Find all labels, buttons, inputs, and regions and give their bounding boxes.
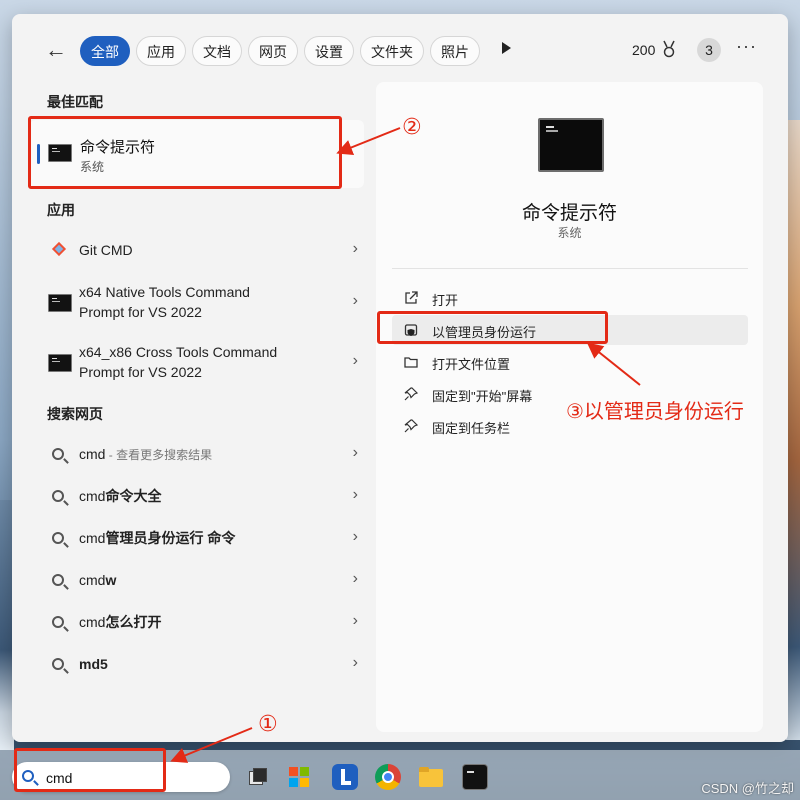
tab-all[interactable]: 全部 — [80, 36, 130, 66]
action-label: 以管理员身份运行 — [432, 325, 537, 340]
details-panel: 命令提示符 系统 打开 以管理员身份运行 打开文件位置 固定到"开始"屏幕 固定… — [376, 82, 763, 732]
start-search-window: ← 全部 应用 文档 网页 设置 文件夹 照片 200 3 ··· 最佳匹配 命… — [12, 14, 788, 742]
web-result-label: cmdw — [79, 572, 117, 588]
web-result-cmd-admin[interactable]: cmd管理员身份运行 命令 › — [30, 524, 364, 554]
tab-apps[interactable]: 应用 — [136, 36, 186, 66]
web-result-cmd[interactable]: cmd - 查看更多搜索结果 › — [30, 440, 364, 470]
web-result-label: md5 — [79, 656, 108, 672]
cmd-large-icon — [538, 118, 604, 172]
divider — [392, 268, 748, 269]
file-explorer-icon[interactable] — [418, 764, 444, 790]
chevron-right-icon[interactable]: › — [353, 528, 358, 546]
cmd-icon — [48, 354, 72, 372]
app-x64-native-tools[interactable]: x64 Native Tools Command Prompt for VS 2… — [30, 280, 364, 328]
app-label-line1: x64_x86 Cross Tools Command — [79, 344, 278, 360]
search-icon — [52, 532, 64, 544]
app-label-line2: Prompt for VS 2022 — [79, 304, 202, 320]
action-label: 固定到"开始"屏幕 — [432, 389, 533, 404]
watermark: CSDN @竹之却 — [701, 781, 794, 796]
best-match-header: 最佳匹配 — [47, 94, 103, 110]
chevron-right-icon[interactable]: › — [353, 486, 358, 504]
chevron-right-icon[interactable]: › — [353, 570, 358, 588]
pin-icon — [404, 387, 418, 401]
profile-badge[interactable]: 3 — [697, 38, 721, 62]
action-run-as-admin[interactable]: 以管理员身份运行 — [392, 315, 748, 345]
chrome-icon[interactable] — [375, 764, 401, 790]
tab-photos[interactable]: 照片 — [430, 36, 480, 66]
cmd-icon — [48, 144, 72, 162]
app-x64-x86-cross-tools[interactable]: x64_x86 Cross Tools Command Prompt for V… — [30, 340, 364, 388]
web-result-label: cmd怎么打开 — [79, 614, 162, 630]
search-icon — [52, 448, 64, 460]
web-result-md5[interactable]: md5 › — [30, 650, 364, 680]
tab-web[interactable]: 网页 — [248, 36, 298, 66]
app-label: Git CMD — [79, 242, 133, 258]
web-result-cmd-open[interactable]: cmd怎么打开 › — [30, 608, 364, 638]
web-result-cmd-commands[interactable]: cmd命令大全 › — [30, 482, 364, 512]
cmd-icon — [48, 294, 72, 312]
app-label-line2: Prompt for VS 2022 — [79, 364, 202, 380]
tab-documents[interactable]: 文档 — [192, 36, 242, 66]
open-external-icon — [405, 291, 418, 304]
web-result-cmdw[interactable]: cmdw › — [30, 566, 364, 596]
app-label-line1: x64 Native Tools Command — [79, 284, 250, 300]
search-icon — [52, 658, 64, 670]
pin-icon — [404, 419, 418, 433]
back-arrow-icon[interactable]: ← — [42, 36, 70, 64]
best-match-subtitle: 系统 — [80, 160, 105, 174]
shield-admin-icon — [404, 324, 418, 336]
tab-folders[interactable]: 文件夹 — [360, 36, 424, 66]
details-title: 命令提示符 — [521, 203, 617, 224]
git-icon — [51, 241, 67, 257]
web-result-label: cmd - 查看更多搜索结果 — [79, 446, 213, 462]
action-pin-to-start[interactable]: 固定到"开始"屏幕 — [392, 379, 748, 409]
search-icon — [22, 770, 34, 782]
search-icon — [52, 616, 64, 628]
app-git-cmd[interactable]: Git CMD › — [30, 234, 364, 266]
medal-icon[interactable] — [662, 40, 676, 58]
filter-bar: ← 全部 应用 文档 网页 设置 文件夹 照片 200 3 ··· — [12, 14, 788, 84]
taskbar-search-input[interactable] — [44, 767, 218, 789]
more-options-icon[interactable]: ··· — [736, 36, 757, 57]
action-open-file-location[interactable]: 打开文件位置 — [392, 347, 748, 377]
taskbar-search-box[interactable] — [12, 762, 230, 792]
action-label: 打开文件位置 — [432, 357, 511, 372]
action-open[interactable]: 打开 — [392, 283, 748, 313]
best-match-title: 命令提示符 — [80, 139, 156, 156]
task-view-icon[interactable] — [244, 764, 270, 790]
store-icon[interactable] — [286, 764, 312, 790]
wallpaper-right-edge — [786, 120, 800, 740]
chevron-right-icon[interactable]: › — [353, 444, 358, 462]
folder-icon — [404, 357, 418, 368]
terminal-icon[interactable] — [462, 764, 488, 790]
rewards-points: 200 — [632, 42, 656, 58]
details-subtitle: 系统 — [557, 226, 582, 240]
more-filters-play-icon[interactable] — [502, 42, 511, 54]
best-match-command-prompt[interactable]: 命令提示符 系统 — [30, 120, 364, 188]
web-result-label: cmd管理员身份运行 命令 — [79, 530, 236, 546]
selection-indicator — [37, 144, 40, 164]
search-icon — [52, 574, 64, 586]
chevron-right-icon[interactable]: › — [353, 654, 358, 672]
apps-header: 应用 — [47, 202, 75, 218]
search-icon — [52, 490, 64, 502]
lenovo-icon[interactable] — [332, 764, 358, 790]
chevron-right-icon[interactable]: › — [353, 612, 358, 630]
action-pin-to-taskbar[interactable]: 固定到任务栏 — [392, 411, 748, 441]
chevron-right-icon[interactable]: › — [353, 240, 358, 258]
chevron-right-icon[interactable]: › — [353, 292, 358, 310]
web-result-label: cmd命令大全 — [79, 488, 162, 504]
action-label: 固定到任务栏 — [432, 421, 511, 436]
web-search-header: 搜索网页 — [47, 406, 103, 422]
chevron-right-icon[interactable]: › — [353, 352, 358, 370]
tab-settings[interactable]: 设置 — [304, 36, 354, 66]
action-label: 打开 — [432, 293, 459, 308]
results-list: 最佳匹配 命令提示符 系统 应用 Git CMD › x64 Native To… — [12, 84, 376, 742]
